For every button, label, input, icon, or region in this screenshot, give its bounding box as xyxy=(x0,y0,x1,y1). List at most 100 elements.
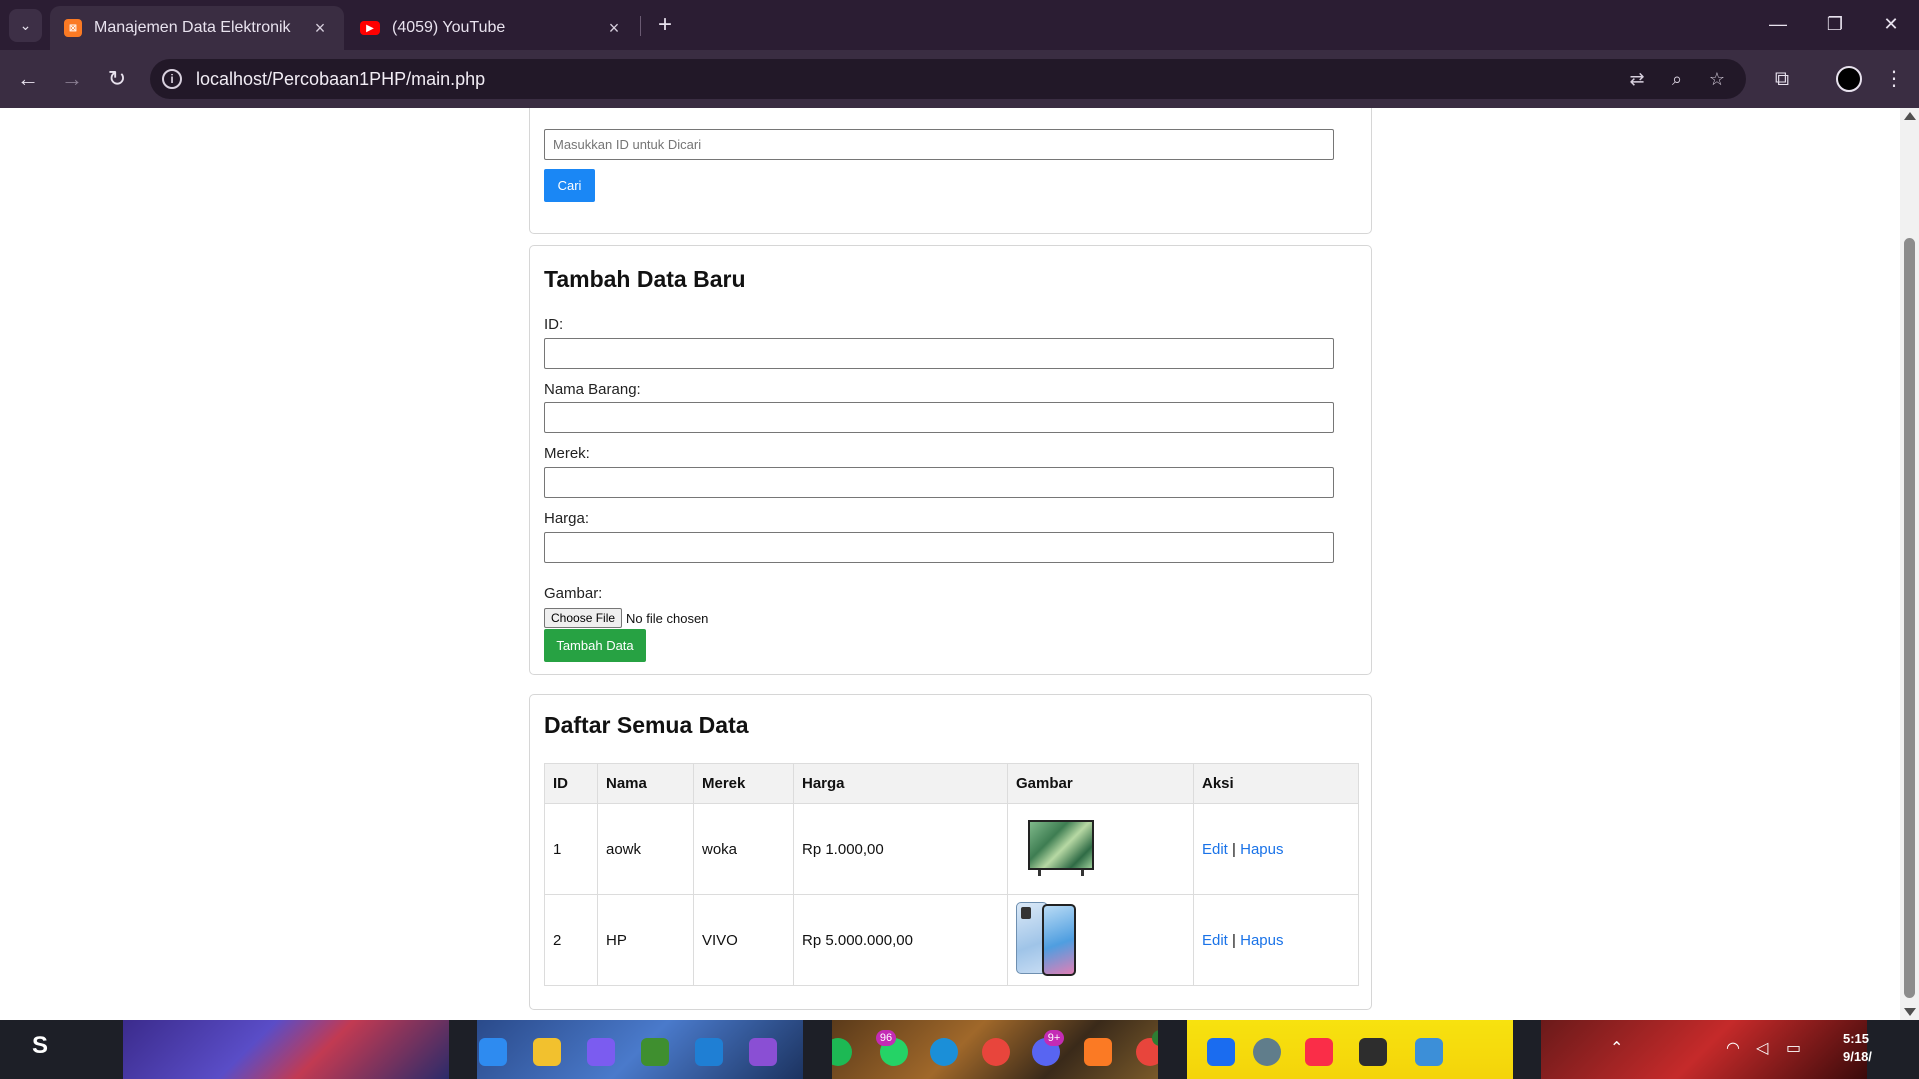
window-close-button[interactable]: ✕ xyxy=(1866,6,1916,42)
tab-title: Manajemen Data Elektronik xyxy=(94,19,291,36)
taskbar-thumbnail[interactable] xyxy=(1187,1020,1513,1079)
choose-file-button[interactable]: Choose File xyxy=(544,608,623,628)
browser-toolbar: ← → ↻ i localhost/Percobaan1PHP/main.php… xyxy=(0,50,1919,108)
harga-field[interactable] xyxy=(544,532,1334,563)
minecraft-icon[interactable] xyxy=(641,1038,669,1066)
delete-link[interactable]: Hapus xyxy=(1240,932,1283,949)
battery-icon[interactable]: ▭ xyxy=(1786,1038,1801,1058)
music-icon[interactable] xyxy=(1305,1038,1333,1066)
cell-gambar xyxy=(1007,894,1194,986)
id-label: ID: xyxy=(544,316,564,333)
vscode-icon[interactable] xyxy=(695,1038,723,1066)
scroll-down-icon[interactable] xyxy=(1904,1008,1916,1016)
tab-manajemen[interactable]: ⊠ Manajemen Data Elektronik × xyxy=(50,6,344,50)
chevron-up-icon[interactable]: ⌃ xyxy=(1610,1038,1623,1058)
xampp-icon[interactable] xyxy=(1084,1038,1112,1066)
add-data-card: Tambah Data Baru ID: Nama Barang: Merek:… xyxy=(529,245,1372,675)
edit-link[interactable]: Edit xyxy=(1202,841,1228,858)
taskbar-thumbnail[interactable]: 96 9+ M xyxy=(832,1020,1158,1079)
back-button[interactable]: ← xyxy=(12,63,44,95)
taskbar-thumbnail[interactable] xyxy=(1541,1020,1867,1079)
site-info-icon[interactable]: i xyxy=(162,69,182,89)
star-icon[interactable]: ☆ xyxy=(1705,67,1729,91)
file-input[interactable]: Choose File No file chosen xyxy=(544,608,708,628)
visual-studio-icon[interactable] xyxy=(749,1038,777,1066)
table-header-row: ID Nama Merek Harga Gambar Aksi xyxy=(544,763,1359,804)
file-explorer-icon[interactable] xyxy=(533,1038,561,1066)
chrome-icon[interactable] xyxy=(982,1038,1010,1066)
tab-search-button[interactable]: ⌄ xyxy=(9,9,42,42)
id-field[interactable] xyxy=(544,338,1334,369)
restore-button[interactable]: ❐ xyxy=(1810,6,1860,42)
tv-image xyxy=(1028,820,1094,878)
search-button[interactable]: Cari xyxy=(544,169,595,202)
merek-field[interactable] xyxy=(544,467,1334,498)
extensions-icon[interactable]: ⧉ xyxy=(1766,63,1798,95)
wifi-icon[interactable]: ◠ xyxy=(1726,1038,1740,1058)
settings-icon[interactable] xyxy=(1253,1038,1281,1066)
list-title: Daftar Semua Data xyxy=(544,712,749,738)
nama-label: Nama Barang: xyxy=(544,381,641,398)
table-row: 2 HP VIVO Rp 5.000.000,00 Edit | Hapus xyxy=(544,894,1359,986)
discord-badge: 9+ xyxy=(1044,1030,1064,1046)
scroll-up-icon[interactable] xyxy=(1904,112,1916,120)
avatar[interactable] xyxy=(1836,66,1862,92)
close-icon[interactable]: × xyxy=(310,18,330,39)
youtube-icon: ▶ xyxy=(360,21,380,35)
cell-aksi: Edit | Hapus xyxy=(1193,894,1359,986)
windows-icon[interactable] xyxy=(479,1038,507,1066)
column-header: Aksi xyxy=(1193,763,1359,804)
add-data-button[interactable]: Tambah Data xyxy=(544,629,646,662)
edge-icon[interactable] xyxy=(930,1038,958,1066)
cell-nama: aowk xyxy=(597,803,694,895)
cell-merek: woka xyxy=(693,803,794,895)
gambar-label: Gambar: xyxy=(544,585,603,602)
tab-strip: ⌄ ⊠ Manajemen Data Elektronik × ▶ (4059)… xyxy=(0,0,1919,50)
cell-harga: Rp 1.000,00 xyxy=(793,803,1008,895)
forward-button[interactable]: → xyxy=(56,63,88,95)
terminal-icon[interactable] xyxy=(1359,1038,1387,1066)
taskbar-thumbnail[interactable] xyxy=(477,1020,803,1079)
search-input[interactable] xyxy=(544,129,1334,160)
url-text[interactable]: localhost/Percobaan1PHP/main.php xyxy=(196,69,485,90)
column-header: Nama xyxy=(597,763,694,804)
scrollbar-thumb[interactable] xyxy=(1904,238,1915,998)
cell-id: 2 xyxy=(544,894,598,986)
cell-harga: Rp 5.000.000,00 xyxy=(793,894,1008,986)
cell-aksi: Edit | Hapus xyxy=(1193,803,1359,895)
more-menu-icon[interactable]: ⋮ xyxy=(1878,63,1910,95)
clock[interactable]: 5:15 9/18/ xyxy=(1843,1030,1872,1066)
tab-title: (4059) YouTube xyxy=(392,19,506,36)
zoom-icon[interactable]: ⌕ xyxy=(1665,67,1689,91)
data-table: ID Nama Merek Harga Gambar Aksi 1 aowk w… xyxy=(544,763,1359,986)
merek-label: Merek: xyxy=(544,445,590,462)
page-scrollbar[interactable] xyxy=(1900,108,1919,1020)
start-icon[interactable]: S xyxy=(26,1032,54,1060)
cell-gambar xyxy=(1007,803,1194,895)
nama-field[interactable] xyxy=(544,402,1334,433)
harga-label: Harga: xyxy=(544,510,590,527)
tab-youtube[interactable]: ▶ (4059) YouTube × xyxy=(346,6,638,50)
search-card: Cari xyxy=(529,108,1372,234)
reload-button[interactable]: ↻ xyxy=(101,63,133,95)
taskbar-thumbnail[interactable] xyxy=(123,1020,449,1079)
minimize-button[interactable]: — xyxy=(1753,6,1803,42)
whatsapp-badge: 96 xyxy=(876,1030,896,1046)
notepad-icon[interactable] xyxy=(1415,1038,1443,1066)
data-list-card: Daftar Semua Data ID Nama Merek Harga Ga… xyxy=(529,694,1372,1010)
volume-icon[interactable]: ◁ xyxy=(1756,1038,1768,1058)
new-tab-button[interactable]: + xyxy=(650,10,680,40)
cell-id: 1 xyxy=(544,803,598,895)
translate-icon[interactable]: ⇄ xyxy=(1625,67,1649,91)
delete-link[interactable]: Hapus xyxy=(1240,841,1283,858)
address-bar[interactable]: i localhost/Percobaan1PHP/main.php ⇄ ⌕ ☆ xyxy=(150,59,1746,99)
cell-nama: HP xyxy=(597,894,694,986)
edit-link[interactable]: Edit xyxy=(1202,932,1228,949)
copilot-icon[interactable] xyxy=(587,1038,615,1066)
action-separator: | xyxy=(1232,840,1236,858)
tab-divider xyxy=(640,16,641,36)
close-icon[interactable]: × xyxy=(604,18,624,39)
roblox-icon[interactable] xyxy=(1207,1038,1235,1066)
column-header: ID xyxy=(544,763,598,804)
xampp-icon: ⊠ xyxy=(64,19,82,37)
